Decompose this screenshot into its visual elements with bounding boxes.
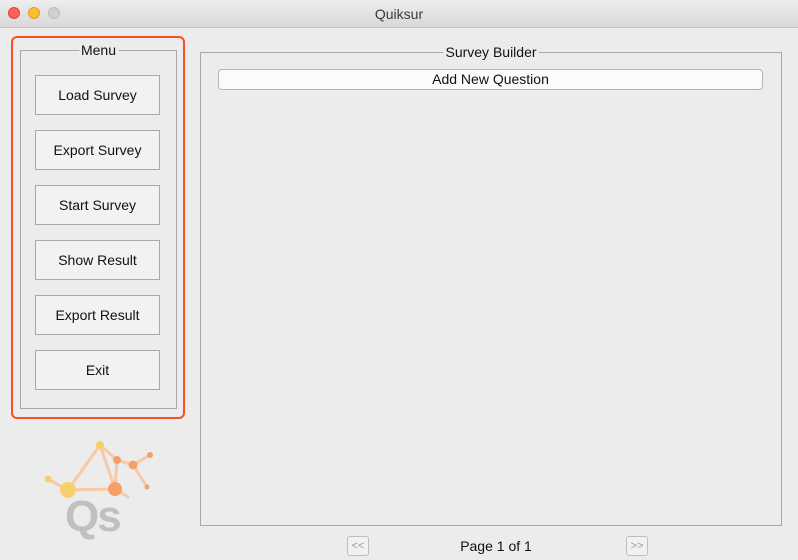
survey-builder-legend: Survey Builder (443, 44, 539, 60)
app-window: Quiksur Menu Load Survey Export Survey S… (0, 0, 798, 560)
export-result-button[interactable]: Export Result (35, 295, 160, 335)
start-survey-button[interactable]: Start Survey (35, 185, 160, 225)
previous-page-button[interactable]: << (347, 536, 369, 556)
load-survey-button[interactable]: Load Survey (35, 75, 160, 115)
title-bar: Quiksur (0, 0, 798, 28)
window-title: Quiksur (374, 6, 424, 22)
next-page-button[interactable]: >> (626, 536, 648, 556)
show-result-button[interactable]: Show Result (35, 240, 160, 280)
add-new-question-button[interactable]: Add New Question (218, 69, 763, 90)
logo-wordmark: Qs (65, 492, 122, 541)
menu-group: Menu Load Survey Export Survey Start Sur… (20, 42, 177, 409)
survey-builder-group: Survey Builder Add New Question (200, 44, 782, 526)
menu-legend: Menu (78, 42, 119, 58)
page-indicator: Page 1 of 1 (460, 538, 532, 554)
exit-button[interactable]: Exit (35, 350, 160, 390)
export-survey-button[interactable]: Export Survey (35, 130, 160, 170)
